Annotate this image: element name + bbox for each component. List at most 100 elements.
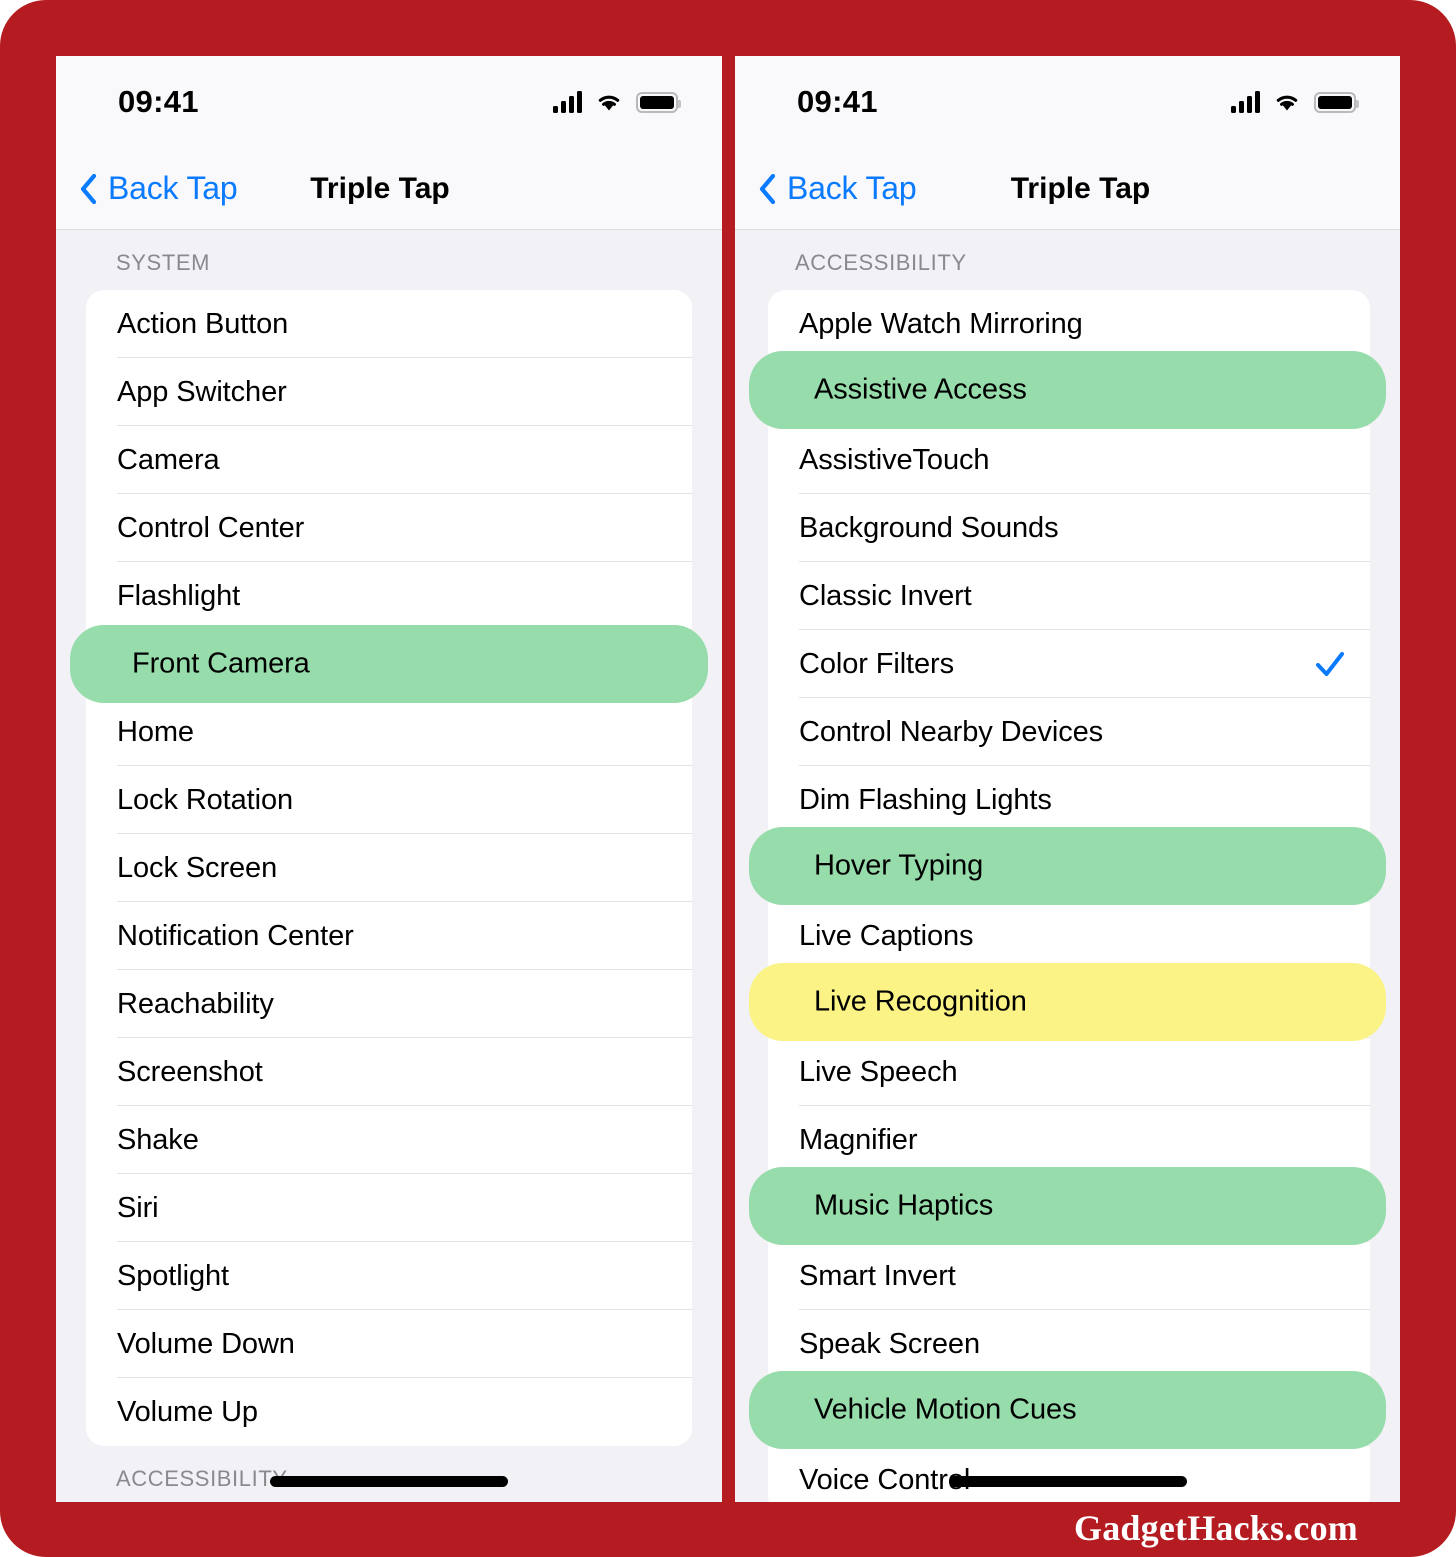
- settings-row-label: Lock Screen: [117, 851, 278, 884]
- settings-row-label: Classic Invert: [799, 579, 972, 612]
- status-bar: 09:41: [735, 56, 1400, 148]
- settings-row[interactable]: Notification Center: [86, 902, 692, 970]
- back-button-label: Back Tap: [108, 170, 238, 206]
- settings-row[interactable]: Music Haptics: [768, 1174, 1370, 1242]
- settings-row-label: Action Button: [117, 307, 289, 340]
- settings-row[interactable]: Action Button: [86, 290, 692, 358]
- settings-row-label: Live Speech: [799, 1055, 958, 1088]
- back-button-label: Back Tap: [787, 170, 917, 206]
- settings-row-label: App Switcher: [117, 375, 287, 408]
- settings-row[interactable]: Hover Typing: [768, 834, 1370, 902]
- settings-row[interactable]: App Switcher: [86, 358, 692, 426]
- settings-row-label: Speak Screen: [799, 1327, 980, 1360]
- chevron-left-icon: [759, 173, 776, 204]
- settings-row-label: Volume Down: [117, 1327, 295, 1360]
- back-button[interactable]: Back Tap: [759, 170, 917, 207]
- settings-row-label: Front Camera: [117, 647, 295, 680]
- settings-row-label: Dim Flashing Lights: [799, 783, 1052, 816]
- settings-row[interactable]: Classic Invert: [768, 562, 1370, 630]
- settings-row[interactable]: Live Captions: [768, 902, 1370, 970]
- phone-screenshot-left: 09:41 Back Tap Triple Tap SYSTEM Action …: [56, 56, 722, 1502]
- settings-row-label: Shake: [117, 1123, 199, 1156]
- settings-row[interactable]: Volume Up: [86, 1378, 692, 1446]
- settings-card-accessibility: Apple Watch Mirroring Assistive Access Ass…: [768, 290, 1370, 1502]
- settings-row-label: Assistive Access: [799, 375, 1012, 408]
- settings-row-label: Smart Invert: [799, 1259, 956, 1292]
- settings-row[interactable]: Vehicle Motion Cues: [768, 1378, 1370, 1446]
- status-bar-time: 09:41: [797, 84, 878, 119]
- settings-row[interactable]: Front Camera: [86, 630, 692, 698]
- navigation-bar: Back Tap Triple Tap: [735, 148, 1400, 230]
- settings-row[interactable]: Lock Rotation: [86, 766, 692, 834]
- settings-row[interactable]: Control Center: [86, 494, 692, 562]
- settings-row-label: Volume Up: [117, 1395, 258, 1428]
- chevron-left-icon: [80, 173, 97, 204]
- settings-row[interactable]: Lock Screen: [86, 834, 692, 902]
- settings-row[interactable]: Color Filters: [768, 630, 1370, 698]
- settings-row[interactable]: Reachability: [86, 970, 692, 1038]
- settings-row[interactable]: Home: [86, 698, 692, 766]
- settings-row-label: Reachability: [117, 987, 274, 1020]
- settings-row-label: Apple Watch Mirroring: [799, 307, 1083, 340]
- section-header-system: SYSTEM: [116, 250, 211, 275]
- settings-row[interactable]: Spotlight: [86, 1242, 692, 1310]
- settings-row-label: Home: [117, 715, 194, 748]
- phone-screenshot-right: 09:41 Back Tap Triple Tap ACCESSIBILITY …: [735, 56, 1400, 1502]
- settings-row-label: Control Nearby Devices: [799, 715, 1104, 748]
- settings-row[interactable]: Dim Flashing Lights: [768, 766, 1370, 834]
- watermark: GadgetHacks.com: [1074, 1508, 1358, 1548]
- settings-row[interactable]: Smart Invert: [768, 1242, 1370, 1310]
- settings-row[interactable]: Magnifier: [768, 1106, 1370, 1174]
- status-bar: 09:41: [56, 56, 722, 148]
- status-bar-time: 09:41: [118, 84, 199, 119]
- settings-row[interactable]: Voice Control: [768, 1446, 1370, 1502]
- settings-row-label: Voice Control: [799, 1463, 971, 1496]
- settings-scroll-area[interactable]: ACCESSIBILITY Apple Watch Mirroring Assis…: [735, 230, 1400, 1502]
- settings-row-label: Magnifier: [799, 1123, 918, 1156]
- home-indicator: [270, 1476, 508, 1487]
- settings-row[interactable]: Control Nearby Devices: [768, 698, 1370, 766]
- settings-row[interactable]: Volume Down: [86, 1310, 692, 1378]
- section-header-accessibility: ACCESSIBILITY: [795, 250, 967, 275]
- settings-row-label: Live Recognition: [799, 987, 1012, 1020]
- signal-bars-icon: [1231, 91, 1260, 113]
- settings-row[interactable]: Screenshot: [86, 1038, 692, 1106]
- settings-row[interactable]: Background Sounds: [768, 494, 1370, 562]
- settings-row-label: Hover Typing: [799, 851, 969, 884]
- settings-row[interactable]: Shake: [86, 1106, 692, 1174]
- checkmark-icon: [1314, 648, 1346, 680]
- settings-row-label: Flashlight: [117, 579, 241, 612]
- settings-row-label: Lock Rotation: [117, 783, 294, 816]
- settings-row-label: Color Filters: [799, 647, 954, 680]
- battery-icon: [1314, 91, 1359, 113]
- settings-row-label: AssistiveTouch: [799, 443, 990, 476]
- settings-row-label: Music Haptics: [799, 1191, 979, 1224]
- wifi-icon: [595, 91, 623, 113]
- settings-row-label: Spotlight: [117, 1259, 229, 1292]
- settings-row[interactable]: Live Speech: [768, 1038, 1370, 1106]
- status-bar-icons: [1231, 91, 1359, 113]
- settings-row[interactable]: Assistive Access: [768, 358, 1370, 426]
- settings-row[interactable]: Siri: [86, 1174, 692, 1242]
- settings-row[interactable]: Live Recognition: [768, 970, 1370, 1038]
- settings-row-label: Siri: [117, 1191, 159, 1224]
- settings-row[interactable]: AssistiveTouch: [768, 426, 1370, 494]
- back-button[interactable]: Back Tap: [80, 170, 238, 207]
- section-header-accessibility-partial: ACCESSIBILITY: [116, 1466, 288, 1491]
- settings-card-system: Action Button App Switcher Camera Control C…: [86, 290, 692, 1446]
- settings-row[interactable]: Speak Screen: [768, 1310, 1370, 1378]
- settings-row-label: Vehicle Motion Cues: [799, 1395, 1062, 1428]
- settings-row-label: Notification Center: [117, 919, 354, 952]
- settings-row[interactable]: Flashlight: [86, 562, 692, 630]
- settings-row[interactable]: Apple Watch Mirroring: [768, 290, 1370, 358]
- settings-row[interactable]: Camera: [86, 426, 692, 494]
- settings-row-label: Screenshot: [117, 1055, 263, 1088]
- status-bar-icons: [553, 91, 681, 113]
- settings-row-label: Live Captions: [799, 919, 974, 952]
- settings-row-label: Camera: [117, 443, 220, 476]
- signal-bars-icon: [553, 91, 582, 113]
- navigation-bar: Back Tap Triple Tap: [56, 148, 722, 230]
- settings-scroll-area[interactable]: SYSTEM Action Button App Switcher Camera Co…: [56, 230, 722, 1502]
- home-indicator: [948, 1476, 1187, 1487]
- wifi-icon: [1273, 91, 1301, 113]
